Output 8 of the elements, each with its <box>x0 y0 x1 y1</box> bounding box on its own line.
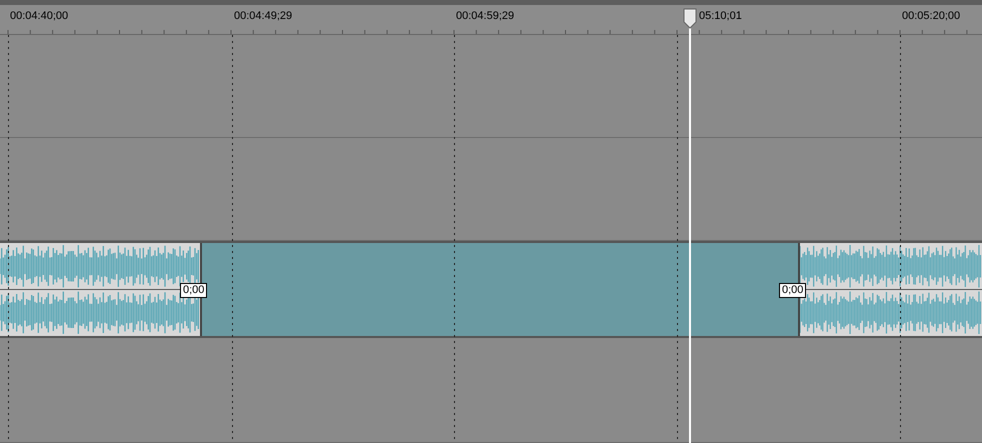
timecode-label: 00:04:49;29 <box>234 11 292 22</box>
timecode-label: 00:04:40;00 <box>10 11 68 22</box>
timecode-label: 00:04:59;29 <box>456 11 514 22</box>
fade-offset-label: 0;00 <box>180 283 208 298</box>
playhead-drawing[interactable] <box>682 8 698 443</box>
timecode-label: 00:05:20;00 <box>902 11 960 22</box>
playhead-timecode: 05:10;01 <box>699 11 742 22</box>
fade-offset-label: 0;00 <box>779 283 806 298</box>
